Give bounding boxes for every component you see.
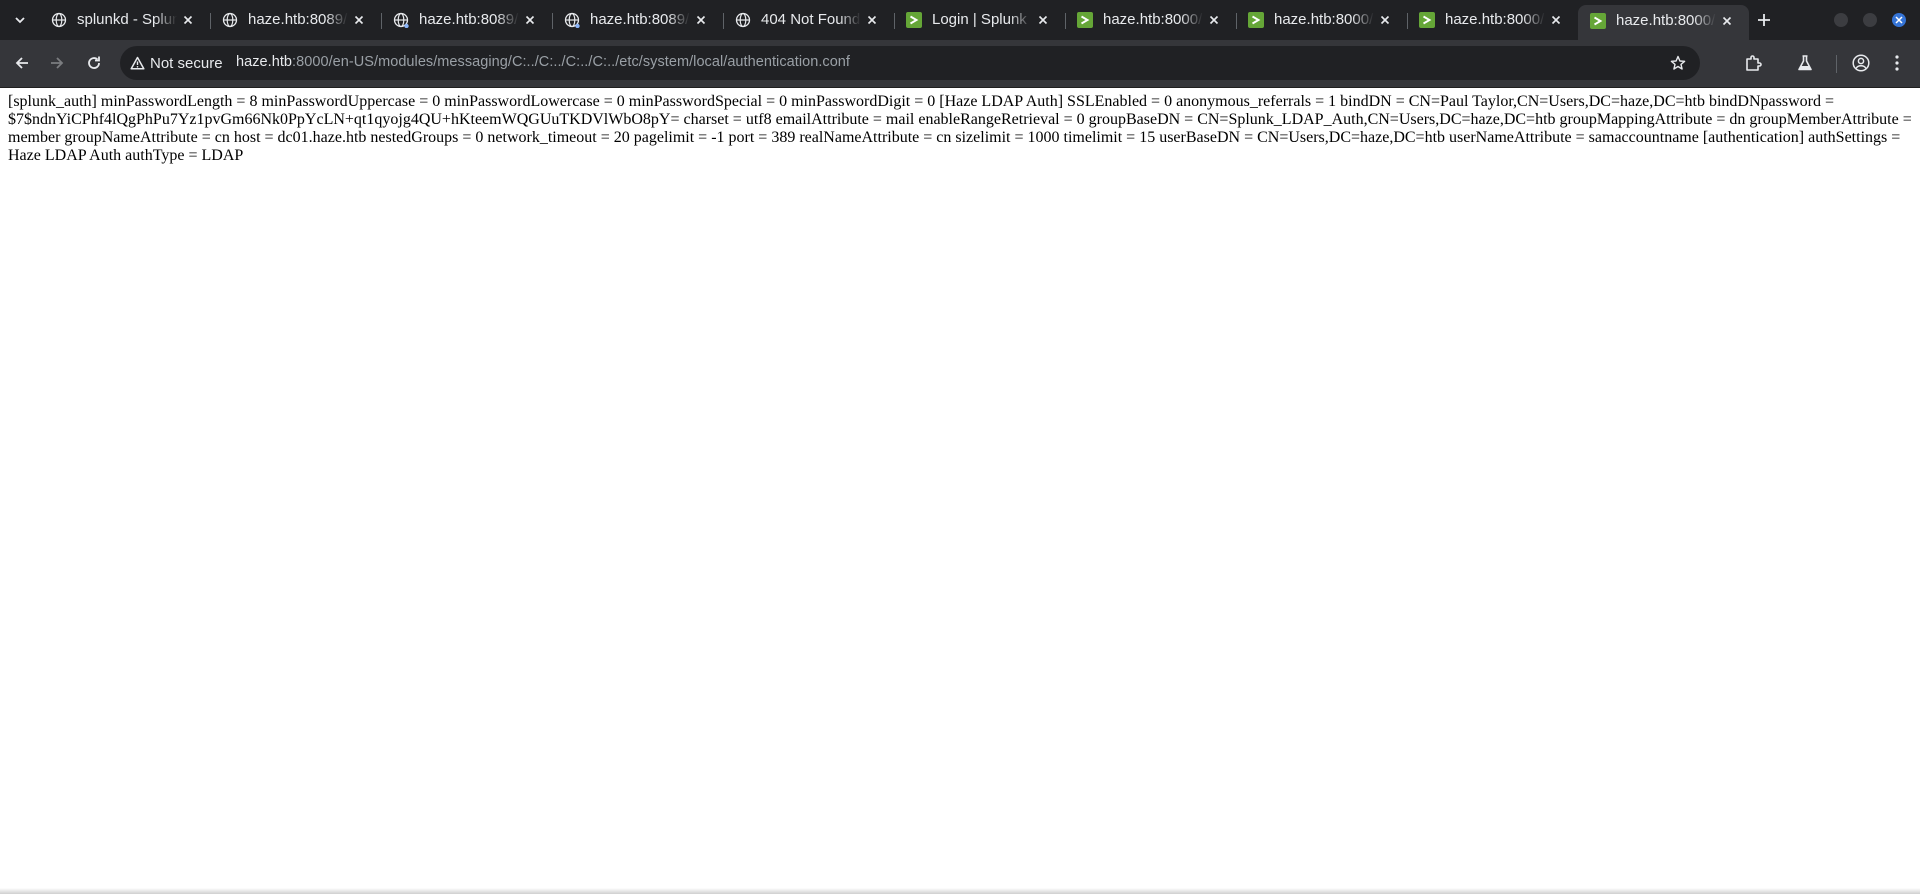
close-icon	[1551, 15, 1561, 25]
toolbar-divider	[1836, 55, 1837, 73]
reload-button[interactable]	[81, 50, 107, 76]
tab-close-button[interactable]	[1035, 12, 1051, 28]
close-icon	[1895, 16, 1903, 24]
tab-search-button[interactable]	[8, 8, 32, 32]
warning-triangle-icon	[130, 56, 145, 70]
tab-title: haze.htb:8000/en-US	[1103, 11, 1203, 28]
authentication-conf-text: [splunk_auth] minPasswordLength = 8 minP…	[8, 93, 1912, 164]
close-icon	[867, 15, 877, 25]
splunk-icon	[1248, 12, 1264, 28]
reload-icon	[88, 56, 100, 69]
tab[interactable]: Login | Splunk	[894, 6, 1066, 34]
splunk-icon	[1419, 12, 1435, 28]
tab-close-button[interactable]	[180, 12, 196, 28]
tab[interactable]: haze.htb:8089/services	[552, 6, 724, 34]
bookmark-star-button[interactable]	[1668, 53, 1688, 73]
tab-title: haze.htb:8000/en-US	[1274, 11, 1374, 28]
avatar-icon	[1852, 54, 1870, 72]
splunk-icon	[906, 12, 922, 28]
globe-icon	[51, 12, 67, 28]
maximize-window-button[interactable]	[1863, 13, 1877, 27]
tab-close-button[interactable]	[1719, 13, 1735, 29]
profile-button[interactable]	[1849, 51, 1873, 75]
tab-title: 404 Not Found	[761, 11, 861, 28]
extension-puzzle-icon	[1746, 55, 1762, 71]
url-path: :8000/en-US/modules/messaging/C:../C:../…	[292, 54, 850, 70]
browser-window: splunkd - Splunk haze.htb:8089/services ha…	[0, 0, 1920, 894]
menu-button[interactable]	[1885, 51, 1909, 75]
chevron-down-icon	[15, 17, 25, 24]
tab[interactable]: 404 Not Found	[723, 6, 895, 34]
globe-loading-icon	[393, 12, 409, 29]
new-tab-button[interactable]	[1752, 8, 1776, 32]
address-bar[interactable]: Not secure haze.htb:8000/en-US/modules/m…	[120, 46, 1700, 80]
tab-title: haze.htb:8089/services	[590, 11, 690, 28]
tab-strip: splunkd - Splunk haze.htb:8089/services ha…	[0, 0, 1920, 40]
forward-button[interactable]	[44, 50, 70, 76]
tab-title: splunkd - Splunk	[77, 11, 177, 28]
tab-title: haze.htb:8000/en-US	[1616, 12, 1716, 29]
tab[interactable]: haze.htb:8000/en-US	[1578, 5, 1749, 40]
close-icon	[1038, 15, 1048, 25]
url-text[interactable]: haze.htb:8000/en-US/modules/messaging/C:…	[236, 54, 850, 70]
close-icon	[1380, 15, 1390, 25]
security-label: Not secure	[150, 54, 223, 72]
close-icon	[1722, 16, 1732, 26]
tab-close-button[interactable]	[864, 12, 880, 28]
splunk-icon	[1077, 12, 1093, 28]
arrow-right-icon	[51, 57, 64, 69]
globe-loading-icon	[564, 12, 580, 29]
kebab-menu-icon	[1895, 55, 1899, 71]
tab-title: haze.htb:8089/services	[419, 11, 519, 28]
tab[interactable]: haze.htb:8000/en-US	[1236, 6, 1408, 34]
extensions-button[interactable]	[1741, 51, 1765, 75]
security-indicator[interactable]: Not secure	[130, 53, 223, 73]
window-bottom-edge	[0, 888, 1920, 894]
close-window-button[interactable]	[1892, 13, 1906, 27]
labs-button[interactable]	[1793, 51, 1817, 75]
tab[interactable]: splunkd - Splunk	[39, 6, 211, 34]
tab-close-button[interactable]	[351, 12, 367, 28]
close-icon	[354, 15, 364, 25]
minimize-window-button[interactable]	[1834, 13, 1848, 27]
close-icon	[183, 15, 193, 25]
tab[interactable]: haze.htb:8000/en-US	[1065, 6, 1237, 34]
plus-icon	[1758, 14, 1770, 26]
globe-icon	[735, 12, 751, 28]
tab[interactable]: haze.htb:8089/services	[381, 6, 553, 34]
tab[interactable]: haze.htb:8089/services	[210, 6, 382, 34]
star-icon	[1670, 55, 1686, 70]
close-icon	[525, 15, 535, 25]
tab-close-button[interactable]	[693, 12, 709, 28]
tab-close-button[interactable]	[1548, 12, 1564, 28]
flask-icon	[1798, 55, 1812, 71]
close-icon	[1209, 15, 1219, 25]
arrow-left-icon	[15, 57, 28, 69]
url-host: haze.htb	[236, 54, 293, 70]
page-content: [splunk_auth] minPasswordLength = 8 minP…	[0, 88, 1920, 888]
globe-icon	[222, 12, 238, 28]
back-button[interactable]	[9, 50, 35, 76]
tab-close-button[interactable]	[1377, 12, 1393, 28]
tab-close-button[interactable]	[1206, 12, 1222, 28]
tab[interactable]: haze.htb:8000/en-US	[1407, 6, 1578, 34]
tab-title: haze.htb:8000/en-US	[1445, 11, 1545, 28]
tab-title: haze.htb:8089/services	[248, 11, 348, 28]
browser-toolbar: Not secure haze.htb:8000/en-US/modules/m…	[0, 40, 1920, 88]
close-icon	[696, 15, 706, 25]
tab-close-button[interactable]	[522, 12, 538, 28]
splunk-icon	[1590, 13, 1606, 29]
tab-title: Login | Splunk	[932, 11, 1027, 28]
